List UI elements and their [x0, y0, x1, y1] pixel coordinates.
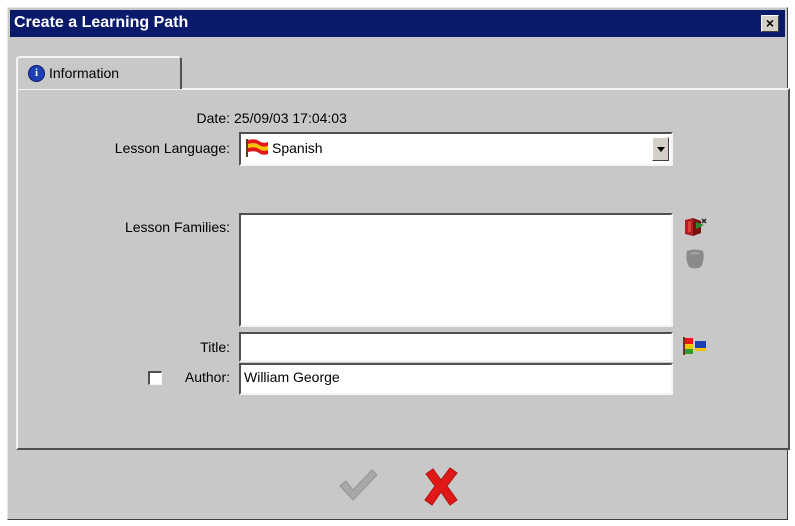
language-select[interactable]: Spanish [239, 132, 673, 166]
spanish-flag-icon [246, 139, 268, 157]
title-label: Title: [200, 339, 230, 355]
title-input[interactable] [239, 332, 673, 362]
chevron-down-icon[interactable] [652, 137, 669, 161]
edit-title-icon[interactable] [682, 335, 708, 357]
author-checkbox[interactable] [148, 371, 162, 385]
dialog-window: Create a Learning Path × i Information D… [7, 7, 790, 520]
author-label: Author: [184, 369, 230, 385]
tab-label: Information [49, 65, 120, 81]
window-title: Create a Learning Path [14, 14, 189, 31]
close-button[interactable]: × [761, 15, 779, 32]
author-input[interactable]: William George [239, 363, 673, 395]
cross-icon[interactable] [420, 466, 462, 508]
info-icon: i [28, 65, 45, 82]
language-label: Lesson Language: [114, 140, 230, 156]
title-bar: Create a Learning Path × [10, 10, 785, 37]
families-label: Lesson Families: [124, 219, 230, 235]
date-label: Date: [196, 110, 230, 126]
author-value: William George [244, 369, 340, 385]
date-value: 25/09/03 17:04:03 [234, 110, 347, 126]
remove-family-icon[interactable] [682, 246, 708, 272]
close-icon: × [765, 15, 775, 31]
language-value: Spanish [272, 140, 323, 156]
add-family-icon[interactable] [682, 216, 708, 238]
families-list[interactable] [239, 213, 673, 327]
checkmark-icon[interactable] [336, 466, 380, 506]
information-panel: Date: 25/09/03 17:04:03 Lesson Language:… [16, 88, 790, 450]
tab-information[interactable]: i Information [16, 56, 182, 89]
